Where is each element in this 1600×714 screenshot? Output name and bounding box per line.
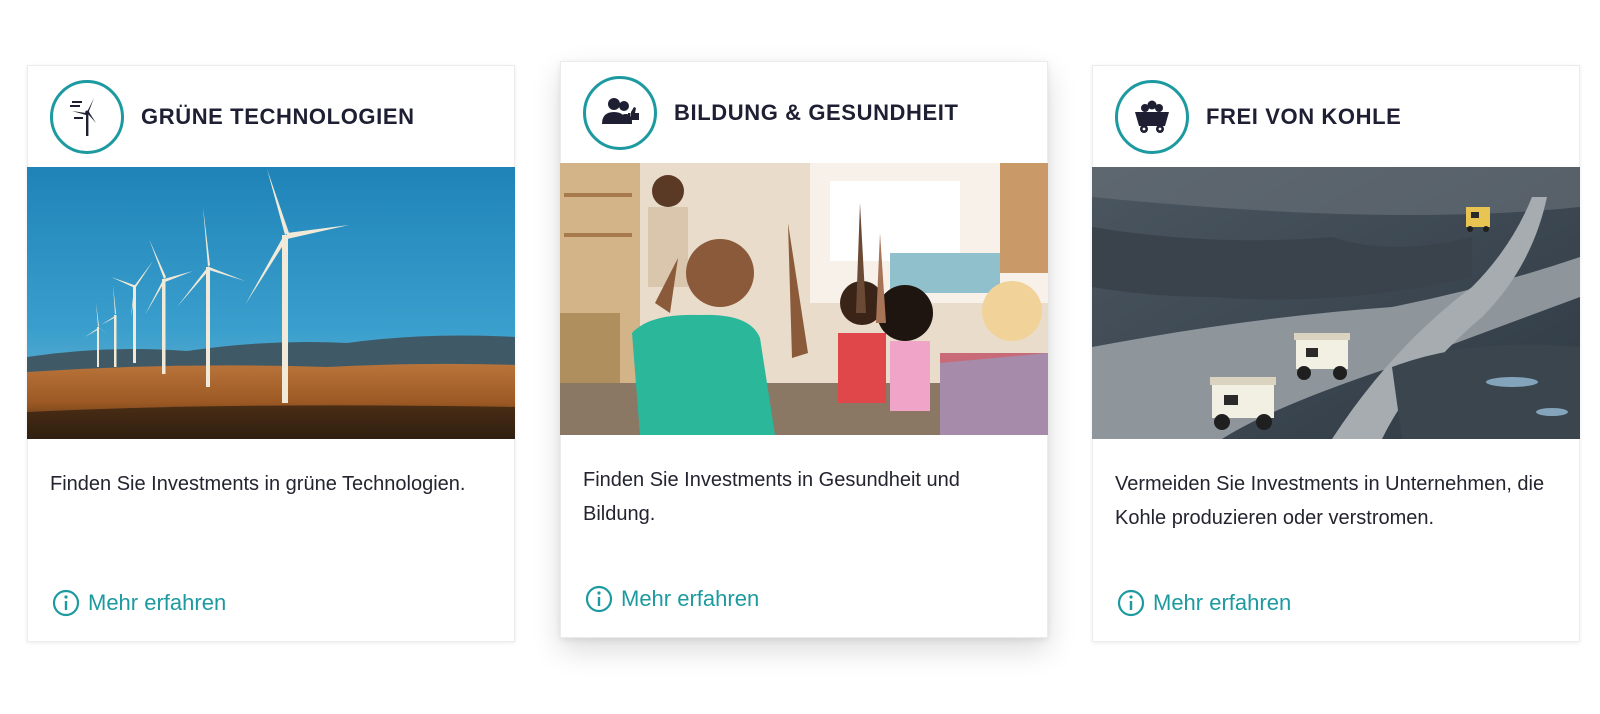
card-description: Vermeiden Sie Investments in Unternehmen…: [1115, 473, 1545, 529]
more-info-link[interactable]: Mehr erfahren: [585, 585, 759, 613]
classroom-children-photo: [560, 163, 1048, 435]
coal-mine-trucks-photo: [1092, 167, 1580, 439]
info-icon: [52, 589, 80, 617]
card-green-tech[interactable]: GRÜNE TECHNOLOGIEN Finden Sie Investment…: [27, 65, 515, 642]
wind-turbine-icon: [50, 79, 124, 154]
card-coal-free[interactable]: FREI VON KOHLE Vermeiden Sie Investments…: [1092, 65, 1580, 642]
wind-turbines-photo: [27, 167, 515, 439]
card-education-health[interactable]: BILDUNG & GESUNDHEIT Finden Sie Investme…: [560, 61, 1048, 638]
card-description: Finden Sie Investments in Gesundheit und…: [583, 469, 960, 525]
info-icon: [585, 585, 613, 613]
card-title: BILDUNG & GESUNDHEIT: [674, 99, 959, 125]
more-info-label: Mehr erfahren: [621, 586, 760, 611]
people-thumbs-up-icon: [583, 75, 657, 150]
card-title: GRÜNE TECHNOLOGIEN: [141, 103, 415, 129]
feature-cards: GRÜNE TECHNOLOGIEN Finden Sie Investment…: [0, 0, 1600, 714]
card-header: FREI VON KOHLE: [1093, 66, 1579, 167]
more-info-label: Mehr erfahren: [88, 590, 227, 615]
card-description: Finden Sie Investments in grüne Technolo…: [50, 473, 466, 495]
more-info-label: Mehr erfahren: [1153, 590, 1292, 615]
card-title: FREI VON KOHLE: [1206, 103, 1402, 129]
more-info-link[interactable]: Mehr erfahren: [52, 589, 226, 617]
card-header: BILDUNG & GESUNDHEIT: [561, 62, 1047, 163]
info-icon: [1117, 589, 1145, 617]
card-header: GRÜNE TECHNOLOGIEN: [28, 66, 514, 167]
coal-cart-icon: [1115, 79, 1189, 154]
more-info-link[interactable]: Mehr erfahren: [1117, 589, 1291, 617]
